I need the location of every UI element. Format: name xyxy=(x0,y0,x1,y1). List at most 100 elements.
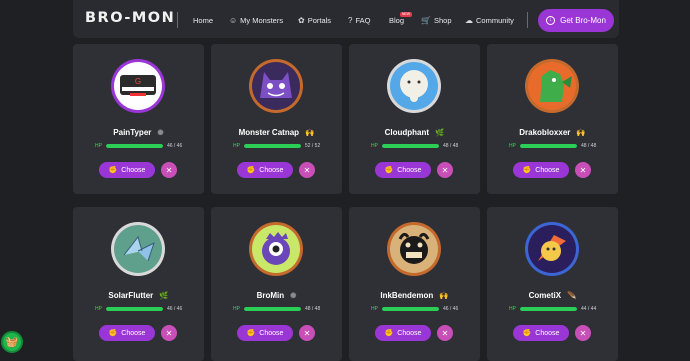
choose-label: Choose xyxy=(121,166,146,174)
hp-bar-fill xyxy=(243,307,301,311)
nav-portals[interactable]: ✿ Portals xyxy=(298,16,331,25)
choose-button[interactable]: ✊ Choose xyxy=(513,325,569,341)
hp-row: HP 48 / 48 xyxy=(371,143,461,149)
hp-bar-fill xyxy=(519,307,577,311)
nav-faq-label: FAQ xyxy=(355,16,371,25)
hp-bar-fill xyxy=(519,144,577,148)
close-icon: ✕ xyxy=(441,165,449,175)
cart-icon: 🛒 xyxy=(421,16,431,25)
release-button[interactable]: ✕ xyxy=(437,325,453,341)
release-button[interactable]: ✕ xyxy=(299,325,315,341)
monster-card: CometiX 🪶 HP 44 / 44 ✊ Choose ✕ xyxy=(487,207,618,361)
release-button[interactable]: ✕ xyxy=(575,325,591,341)
nav-blog-label: Blog xyxy=(389,16,405,25)
monster-avatar[interactable] xyxy=(524,221,580,277)
nav-my-monsters[interactable]: ☺ My Monsters xyxy=(229,16,283,25)
monster-avatar[interactable]: G xyxy=(110,58,166,114)
choose-label: Choose xyxy=(259,166,284,174)
basket-float-button[interactable]: 🧺 xyxy=(1,331,23,353)
monster-name: CometiX xyxy=(528,291,562,300)
smiley-icon: ☺ xyxy=(229,16,238,25)
monster-name: Cloudphant xyxy=(384,128,430,137)
choose-label: Choose xyxy=(397,329,422,337)
hand-icon: ✊ xyxy=(246,167,256,174)
monster-avatar-image xyxy=(249,59,303,113)
choose-label: Choose xyxy=(121,329,146,337)
monster-card: InkBendemon 🙌 HP 46 / 46 ✊ Choose ✕ xyxy=(349,207,480,361)
nav-home[interactable]: Home xyxy=(193,16,213,25)
choose-button[interactable]: ✊ Choose xyxy=(237,162,293,178)
svg-text:G: G xyxy=(135,77,141,86)
choose-button[interactable]: ✊ Choose xyxy=(375,162,431,178)
monster-name: BroMin xyxy=(256,291,285,300)
monster-name-row: Drakobloxxer 🙌 xyxy=(487,128,618,137)
type-badge-icon: 🌿 xyxy=(435,128,445,137)
choose-button[interactable]: ✊ Choose xyxy=(99,162,155,178)
monster-avatar[interactable] xyxy=(248,58,304,114)
nav-my-monsters-label: My Monsters xyxy=(240,16,284,25)
monster-name-row: SolarFlutter 🌿 xyxy=(73,291,204,300)
hp-bar-fill xyxy=(105,307,163,311)
release-button[interactable]: ✕ xyxy=(299,162,315,178)
hp-row: HP 46 / 46 xyxy=(95,306,185,312)
choose-button[interactable]: ✊ Choose xyxy=(237,325,293,341)
close-icon: ✕ xyxy=(303,165,311,175)
monster-name: PainTyper xyxy=(113,128,152,137)
get-bromon-label: Get Bro-Mon xyxy=(560,16,606,25)
monster-name: InkBendemon xyxy=(380,291,434,300)
hp-bar-fill xyxy=(381,307,439,311)
nav-community[interactable]: ☁ Community xyxy=(465,16,514,25)
monster-avatar[interactable] xyxy=(110,221,166,277)
monster-card: SolarFlutter 🌿 HP 46 / 46 ✊ Choose ✕ xyxy=(73,207,204,361)
nav-shop[interactable]: 🛒 Shop xyxy=(421,16,452,25)
monster-name: Drakobloxxer xyxy=(519,128,571,137)
choose-button[interactable]: ✊ Choose xyxy=(375,325,431,341)
bromon-logo[interactable]: BRO-MON xyxy=(85,10,175,26)
choose-label: Choose xyxy=(535,329,560,337)
monster-card: Drakobloxxer 🙌 HP 48 / 48 ✊ Choose ✕ xyxy=(487,44,618,194)
monster-avatar[interactable] xyxy=(524,58,580,114)
monster-avatar[interactable] xyxy=(248,221,304,277)
monster-name-row: BroMin ✺ xyxy=(211,291,342,300)
hp-value: 48 / 48 xyxy=(304,306,321,312)
hand-icon: ✊ xyxy=(522,167,532,174)
monster-avatar-image xyxy=(111,222,165,276)
choose-button[interactable]: ✊ Choose xyxy=(513,162,569,178)
hp-row: HP 52 / 52 xyxy=(233,143,323,149)
basket-icon: 🧺 xyxy=(5,336,19,348)
monster-avatar-image xyxy=(525,222,579,276)
choose-button[interactable]: ✊ Choose xyxy=(99,325,155,341)
hp-bar-fill xyxy=(381,144,439,148)
monster-avatar-image xyxy=(387,222,441,276)
nav-faq[interactable]: ? FAQ xyxy=(348,16,370,25)
monster-avatar-image: G xyxy=(111,59,165,113)
choose-label: Choose xyxy=(259,329,284,337)
hp-row: HP 48 / 48 xyxy=(509,143,599,149)
release-button[interactable]: ✕ xyxy=(575,162,591,178)
logo-divider xyxy=(177,12,178,28)
hp-label: HP xyxy=(371,306,378,312)
hp-bar xyxy=(105,144,163,148)
monster-card: Monster Catnap 🙌 HP 52 / 52 ✊ Choose ✕ xyxy=(211,44,342,194)
release-button[interactable]: ✕ xyxy=(437,162,453,178)
monster-avatar[interactable] xyxy=(386,221,442,277)
hp-value: 48 / 48 xyxy=(442,143,459,149)
nav-shop-label: Shop xyxy=(433,16,452,25)
type-badge-icon: 🙌 xyxy=(305,128,315,137)
portal-icon: ✿ xyxy=(298,16,305,25)
monster-avatar-image xyxy=(249,222,303,276)
release-button[interactable]: ✕ xyxy=(161,162,177,178)
monster-card: G PainTyper ✺ HP 46 / 46 ✊ Choose ✕ xyxy=(73,44,204,194)
type-badge-icon: ✺ xyxy=(157,128,164,137)
monster-avatar[interactable] xyxy=(386,58,442,114)
close-icon: ✕ xyxy=(441,328,449,338)
nav-home-label: Home xyxy=(193,16,214,25)
monster-name-row: InkBendemon 🙌 xyxy=(349,291,480,300)
nav-blog[interactable]: Blog xyxy=(389,16,404,25)
monster-card: Cloudphant 🌿 HP 48 / 48 ✊ Choose ✕ xyxy=(349,44,480,194)
type-badge-icon: 🌿 xyxy=(159,291,169,300)
release-button[interactable]: ✕ xyxy=(161,325,177,341)
choose-label: Choose xyxy=(397,166,422,174)
hp-label: HP xyxy=(95,143,102,149)
get-bromon-button[interactable]: ↓ Get Bro-Mon xyxy=(538,9,614,32)
